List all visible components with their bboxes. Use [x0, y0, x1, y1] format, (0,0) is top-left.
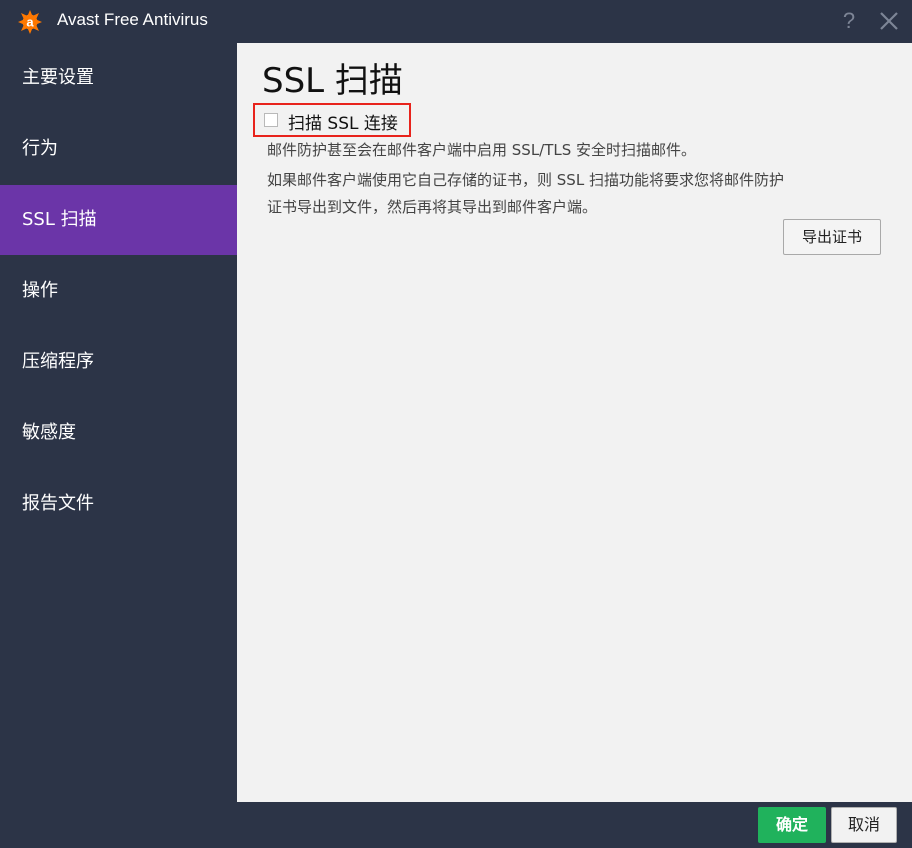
- help-button[interactable]: ?: [838, 8, 860, 34]
- sidebar-item-sensitivity[interactable]: 敏感度: [0, 398, 237, 468]
- svg-text:a: a: [26, 15, 34, 30]
- sidebar-item-packers[interactable]: 压缩程序: [0, 327, 237, 397]
- export-certificate-button[interactable]: 导出证书: [783, 219, 881, 255]
- page-title: SSL 扫描: [262, 61, 403, 101]
- sidebar-item-behavior[interactable]: 行为: [0, 114, 237, 184]
- scan-ssl-checkbox[interactable]: [264, 113, 278, 127]
- sidebar-item-actions[interactable]: 操作: [0, 256, 237, 326]
- sidebar: 主要设置 行为 SSL 扫描 操作 压缩程序 敏感度 报告文件: [0, 43, 237, 802]
- sidebar-item-main-settings[interactable]: 主要设置: [0, 43, 237, 113]
- avast-logo-icon: a: [18, 10, 42, 34]
- close-icon[interactable]: [878, 10, 900, 32]
- description-text-2-line2: 证书导出到文件，然后再将其导出到邮件客户端。: [267, 198, 598, 216]
- description-text-2-line1: 如果邮件客户端使用它自己存储的证书，则 SSL 扫描功能将要求您将邮件防护: [267, 171, 784, 189]
- app-title: Avast Free Antivirus: [57, 10, 208, 29]
- ok-button[interactable]: 确定: [758, 807, 826, 843]
- cancel-button[interactable]: 取消: [831, 807, 897, 843]
- scan-ssl-label[interactable]: 扫描 SSL 连接: [288, 109, 398, 134]
- sidebar-item-report-file[interactable]: 报告文件: [0, 469, 237, 539]
- sidebar-item-ssl-scan[interactable]: SSL 扫描: [0, 185, 237, 255]
- description-text: 邮件防护甚至会在邮件客户端中启用 SSL/TLS 安全时扫描邮件。: [267, 141, 697, 159]
- content-panel: SSL 扫描 扫描 SSL 连接 邮件防护甚至会在邮件客户端中启用 SSL/TL…: [237, 43, 912, 802]
- title-bar: a Avast Free Antivirus ?: [0, 0, 912, 43]
